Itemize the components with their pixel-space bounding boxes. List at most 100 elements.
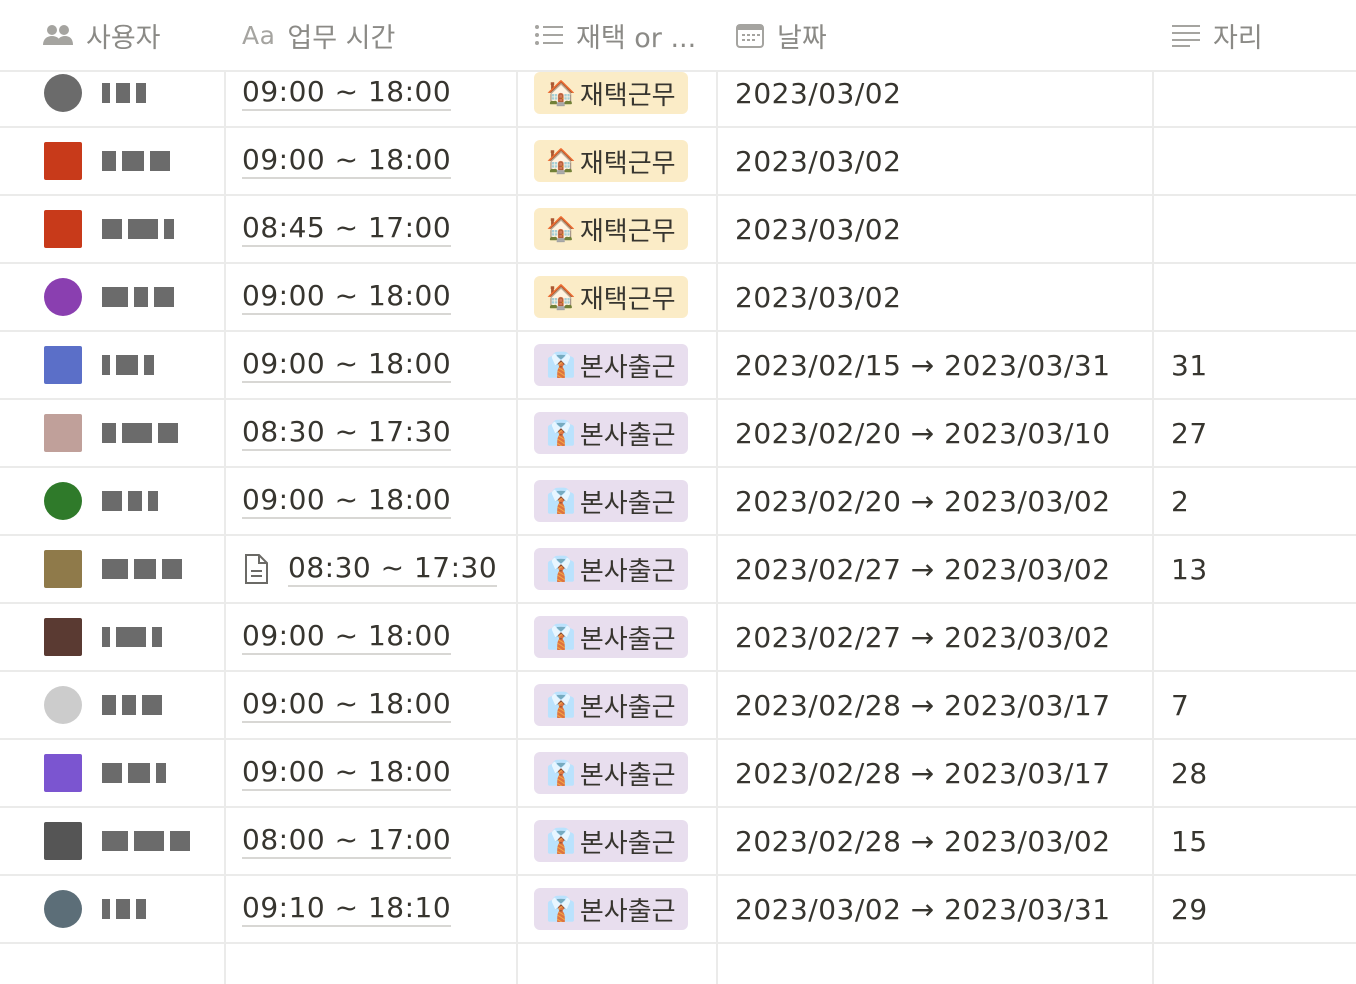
seat-cell[interactable]: 7 bbox=[1171, 672, 1189, 738]
work-time-cell[interactable]: 09:00 ~ 18:00 bbox=[242, 604, 452, 670]
date-text: 2023/03/02 bbox=[735, 76, 902, 110]
date-cell[interactable]: 2023/02/20 → 2023/03/02 bbox=[735, 468, 1111, 534]
work-time-cell[interactable]: 09:00 ~ 18:00 bbox=[242, 672, 452, 738]
user-cell[interactable] bbox=[44, 264, 174, 330]
date-cell[interactable]: 2023/02/27 → 2023/03/02 bbox=[735, 604, 1111, 670]
house-icon: 🏠 bbox=[546, 283, 576, 311]
mode-cell[interactable]: 👔 본사출근 bbox=[534, 740, 688, 806]
work-time-cell[interactable]: 09:00 ~ 18:00 bbox=[242, 128, 452, 194]
work-time-text: 09:10 ~ 18:10 bbox=[242, 891, 452, 927]
seat-number: 13 bbox=[1171, 552, 1208, 586]
seat-number: 27 bbox=[1171, 416, 1208, 450]
work-time-text: 09:00 ~ 18:00 bbox=[242, 279, 452, 315]
work-time-cell[interactable]: 08:30 ~ 17:30 bbox=[242, 536, 498, 602]
user-cell[interactable] bbox=[44, 808, 190, 874]
work-time-cell[interactable]: 08:00 ~ 17:00 bbox=[242, 808, 452, 874]
user-cell[interactable] bbox=[44, 468, 158, 534]
avatar bbox=[44, 754, 82, 792]
date-text: 2023/03/02 → 2023/03/31 bbox=[735, 892, 1111, 926]
column-header-mode[interactable]: 재택 or ... bbox=[534, 0, 696, 70]
column-header-date[interactable]: 날짜 bbox=[735, 0, 827, 70]
work-time-cell[interactable]: 08:30 ~ 17:30 bbox=[242, 400, 452, 466]
mode-tag-label: 본사출근 bbox=[579, 624, 676, 655]
seat-cell[interactable]: 29 bbox=[1171, 876, 1208, 942]
column-header-date-label: 날짜 bbox=[777, 22, 827, 54]
mode-cell[interactable]: 🏠 재택근무 bbox=[534, 196, 688, 262]
user-cell[interactable] bbox=[44, 400, 178, 466]
date-cell[interactable]: 2023/03/02 bbox=[735, 196, 901, 262]
seat-cell[interactable]: 27 bbox=[1171, 400, 1208, 466]
column-header-time-label: 업무 시간 bbox=[287, 22, 396, 54]
mode-tag-label: 재택근무 bbox=[579, 80, 676, 111]
seat-cell[interactable]: 31 bbox=[1171, 332, 1208, 398]
mode-cell[interactable]: 🏠 재택근무 bbox=[534, 264, 688, 330]
column-header-user[interactable]: 사용자 bbox=[42, 0, 161, 70]
mode-cell[interactable]: 👔 본사출근 bbox=[534, 536, 688, 602]
work-time-cell[interactable]: 09:00 ~ 18:00 bbox=[242, 468, 452, 534]
date-cell[interactable]: 2023/03/02 bbox=[735, 128, 901, 194]
mode-tag-label: 재택근무 bbox=[579, 148, 676, 179]
column-header-seat[interactable]: 자리 bbox=[1171, 0, 1263, 70]
user-cell[interactable] bbox=[44, 536, 182, 602]
avatar bbox=[44, 142, 82, 180]
mode-cell[interactable]: 👔 본사출근 bbox=[534, 468, 688, 534]
user-cell[interactable] bbox=[44, 876, 146, 942]
column-header-mode-label: 재택 or ... bbox=[576, 22, 697, 54]
date-cell[interactable]: 2023/02/27 → 2023/03/02 bbox=[735, 536, 1111, 602]
date-cell[interactable]: 2023/02/15 → 2023/03/31 bbox=[735, 332, 1111, 398]
work-time-text: 09:00 ~ 18:00 bbox=[242, 347, 452, 383]
mode-tag: 🏠 재택근무 bbox=[534, 208, 688, 250]
mode-cell[interactable]: 🏠 재택근무 bbox=[534, 128, 688, 194]
work-time-cell[interactable]: 08:45 ~ 17:00 bbox=[242, 196, 452, 262]
mode-cell[interactable]: 👔 본사출근 bbox=[534, 332, 688, 398]
blurred-user-name bbox=[102, 423, 178, 443]
user-cell[interactable] bbox=[44, 196, 174, 262]
blurred-user-name bbox=[102, 491, 158, 511]
seat-number: 15 bbox=[1171, 824, 1208, 858]
user-cell[interactable] bbox=[44, 332, 154, 398]
mode-cell[interactable]: 👔 본사출근 bbox=[534, 876, 688, 942]
office-worker-icon: 👔 bbox=[546, 759, 576, 787]
avatar bbox=[44, 550, 82, 588]
date-cell[interactable]: 2023/02/28 → 2023/03/17 bbox=[735, 740, 1111, 806]
seat-number: 2 bbox=[1171, 484, 1190, 518]
user-cell[interactable] bbox=[44, 604, 162, 670]
mode-tag: 🏠 재택근무 bbox=[534, 276, 688, 318]
work-time-text: 08:30 ~ 17:30 bbox=[288, 551, 498, 587]
mode-tag: 👔 본사출근 bbox=[534, 616, 688, 658]
seat-cell[interactable]: 2 bbox=[1171, 468, 1189, 534]
user-cell[interactable] bbox=[44, 740, 166, 806]
work-time-text: 09:00 ~ 18:00 bbox=[242, 687, 452, 723]
seat-cell[interactable]: 15 bbox=[1171, 808, 1208, 874]
house-icon: 🏠 bbox=[546, 79, 576, 107]
user-cell[interactable] bbox=[44, 128, 170, 194]
avatar bbox=[44, 822, 82, 860]
mode-tag-label: 본사출근 bbox=[579, 556, 676, 587]
blurred-user-name bbox=[102, 355, 154, 375]
calendar-icon bbox=[735, 21, 765, 49]
date-cell[interactable]: 2023/02/28 → 2023/03/17 bbox=[735, 672, 1111, 738]
seat-cell[interactable]: 28 bbox=[1171, 740, 1208, 806]
date-cell[interactable]: 2023/02/28 → 2023/03/02 bbox=[735, 808, 1111, 874]
mode-cell[interactable]: 👔 본사출근 bbox=[534, 400, 688, 466]
mode-tag: 🏠 재택근무 bbox=[534, 72, 688, 114]
date-text: 2023/02/27 → 2023/03/02 bbox=[735, 552, 1111, 586]
column-header-time[interactable]: Aa 업무 시간 bbox=[242, 0, 395, 70]
work-time-cell[interactable]: 09:00 ~ 18:00 bbox=[242, 264, 452, 330]
work-time-cell[interactable]: 09:00 ~ 18:00 bbox=[242, 740, 452, 806]
date-cell[interactable]: 2023/03/02 → 2023/03/31 bbox=[735, 876, 1111, 942]
house-icon: 🏠 bbox=[546, 215, 576, 243]
mode-cell[interactable]: 👔 본사출근 bbox=[534, 604, 688, 670]
house-icon: 🏠 bbox=[546, 147, 576, 175]
seat-cell[interactable]: 13 bbox=[1171, 536, 1208, 602]
mode-tag: 👔 본사출근 bbox=[534, 820, 688, 862]
date-text: 2023/02/27 → 2023/03/02 bbox=[735, 620, 1111, 654]
date-cell[interactable]: 2023/02/20 → 2023/03/10 bbox=[735, 400, 1111, 466]
mode-cell[interactable]: 👔 본사출근 bbox=[534, 672, 688, 738]
user-cell[interactable] bbox=[44, 672, 162, 738]
work-time-cell[interactable]: 09:10 ~ 18:10 bbox=[242, 876, 452, 942]
work-time-text: 09:00 ~ 18:00 bbox=[242, 75, 452, 111]
work-time-cell[interactable]: 09:00 ~ 18:00 bbox=[242, 332, 452, 398]
date-cell[interactable]: 2023/03/02 bbox=[735, 264, 901, 330]
mode-cell[interactable]: 👔 본사출근 bbox=[534, 808, 688, 874]
